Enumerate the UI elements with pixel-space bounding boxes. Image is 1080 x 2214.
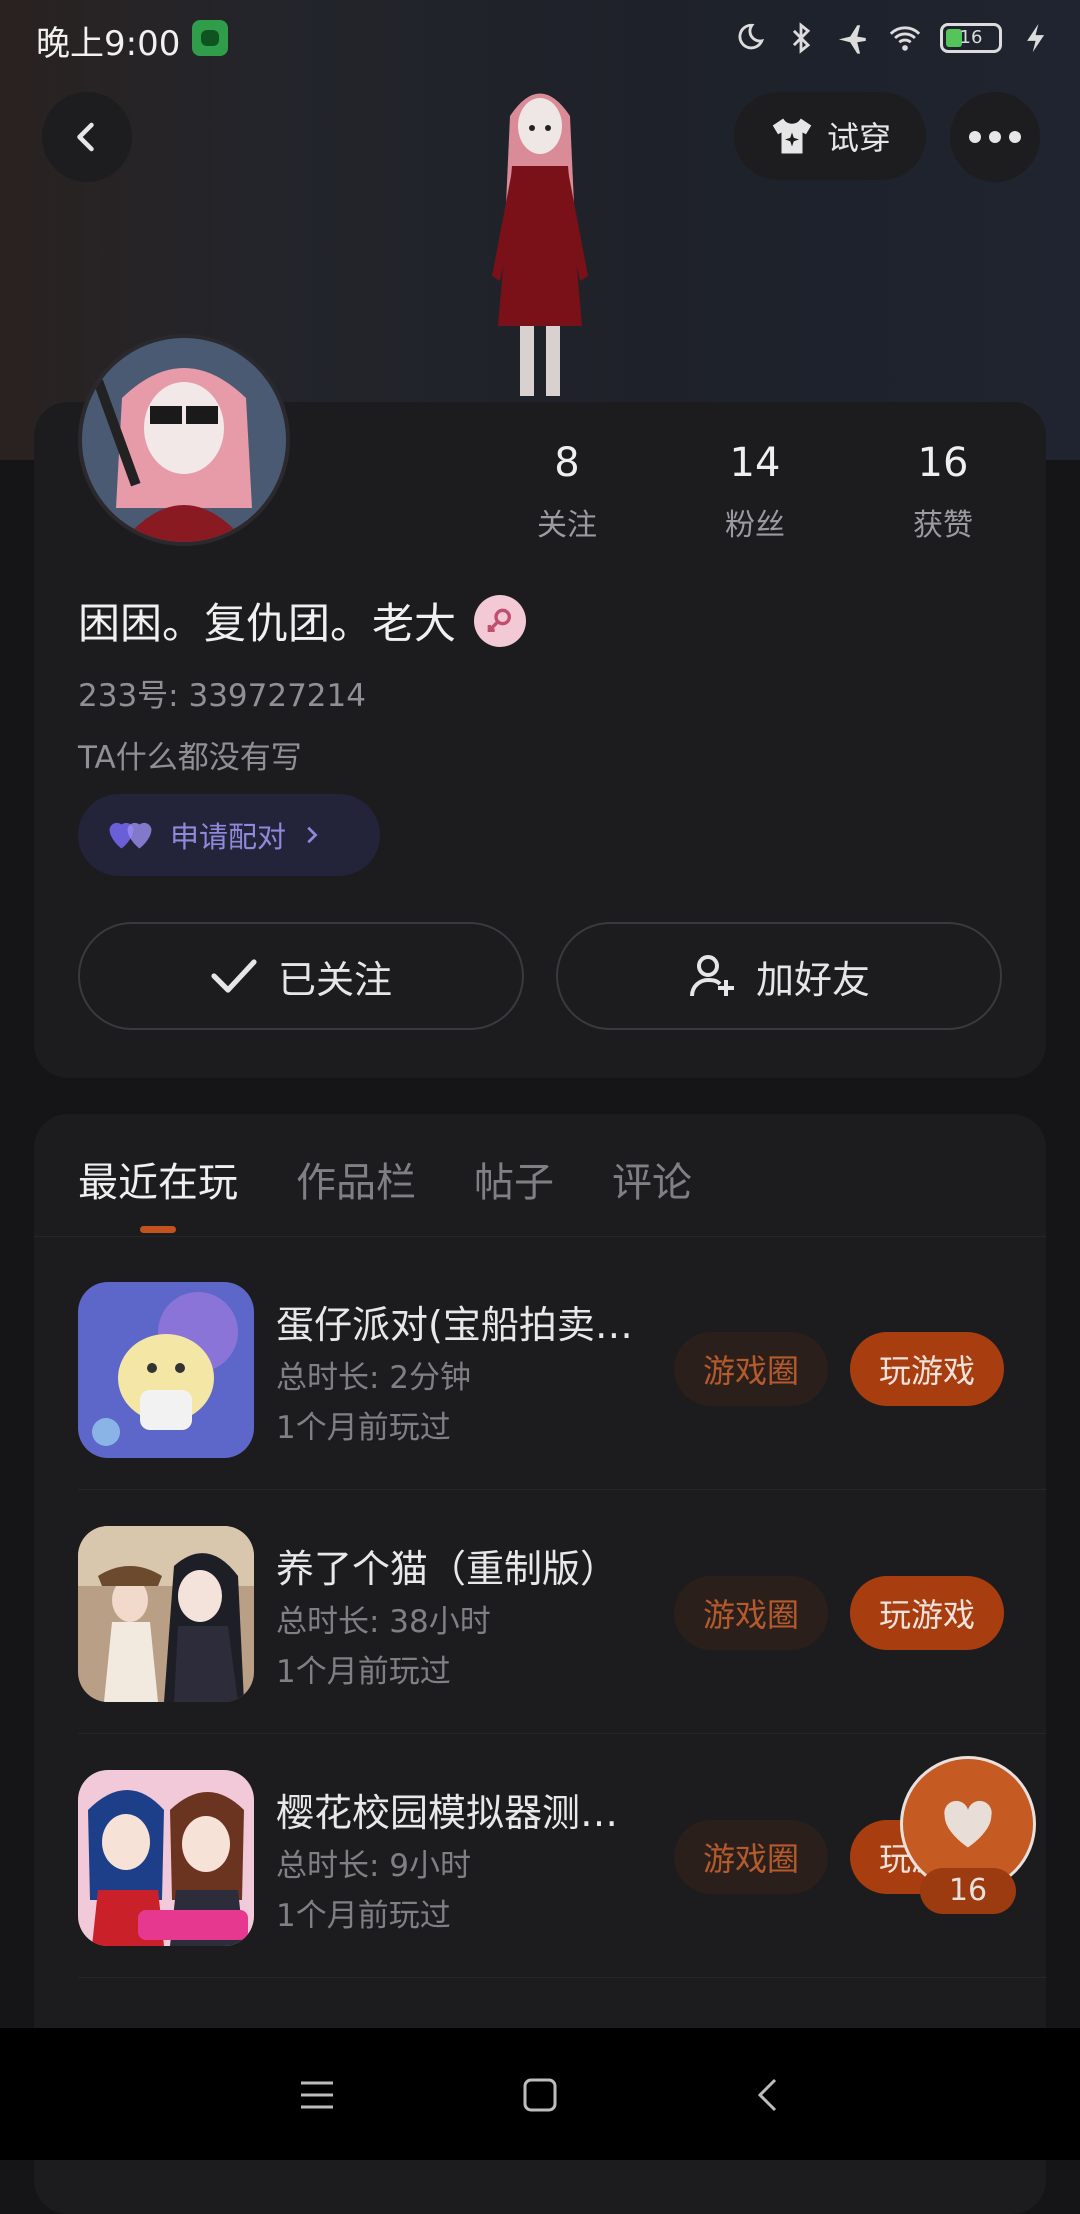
game-title: 樱花校园模拟器测… [276,1791,619,1835]
back-button[interactable] [42,92,132,182]
add-friend-icon [689,955,734,997]
charging-bolt-icon [1027,23,1045,53]
game-duration: 总时长: 2分钟 [276,1360,472,1396]
stat-fans[interactable]: 14 粉丝 [685,440,825,544]
nickname: 困困。复仇团。老大 [78,599,457,648]
request-pair-label: 申请配对 [170,820,287,854]
status-icons: 16 [732,18,1054,58]
following-label: 关注 [537,508,597,543]
fans-label: 粉丝 [725,508,785,543]
game-icon [78,1526,254,1702]
followed-label: 已关注 [277,957,392,1002]
status-bar: 晚上9:00 16 [0,0,1080,76]
request-pair-button[interactable]: 申请配对 [78,794,380,876]
game-last-played: 1个月前玩过 [276,1898,451,1934]
system-navigation-bar [0,2028,1080,2160]
list-item[interactable]: 养了个猫（重制版） 总时长: 38小时 1个月前玩过 游戏圈 玩游戏 [78,1490,1046,1734]
bio: TA什么都没有写 [78,740,302,776]
tab-works[interactable]: 作品栏 [296,1150,416,1208]
female-gender-icon [474,594,527,647]
app-notification-icon [192,20,228,56]
tab-recently-played[interactable]: 最近在玩 [78,1150,238,1208]
avatar-3d-figure [492,93,588,396]
stat-following[interactable]: 8 关注 [497,440,637,544]
checkmark-icon [211,959,257,993]
heart-icon [944,1800,992,1848]
avatar[interactable] [78,334,290,546]
divider [78,1977,1046,1978]
bluetooth-icon [792,22,811,54]
play-game-button[interactable]: 玩游戏 [850,1332,1004,1406]
menu-lines-icon [301,2081,333,2109]
stat-likes[interactable]: 16 获赞 [873,440,1013,544]
system-back-button[interactable] [740,2068,794,2122]
following-count: 8 [554,440,580,486]
active-tab-indicator [140,1226,176,1233]
chevron-right-icon [307,826,318,844]
double-heart-icon [109,822,152,849]
like-count-badge: 16 [920,1868,1016,1914]
followed-button[interactable]: 已关注 [78,922,524,1030]
nickname-row: 困困。复仇团。老大 [78,590,527,651]
divider [34,1236,1046,1237]
fans-count: 14 [729,440,781,486]
list-item[interactable]: 樱花校园模拟器测… 总时长: 9小时 1个月前玩过 游戏圈 玩游戏 [78,1734,1046,1978]
battery-level: 16 [959,27,983,48]
game-last-played: 1个月前玩过 [276,1410,451,1446]
avatar-image [82,338,286,542]
play-game-button[interactable]: 玩游戏 [850,1576,1004,1650]
wifi-icon [889,26,921,51]
tab-comments[interactable]: 评论 [612,1150,692,1208]
home-button[interactable] [513,2068,567,2122]
try-on-label: 试穿 [826,119,891,157]
more-options-button[interactable] [950,92,1040,182]
airplane-mode-icon [838,25,866,54]
tab-posts[interactable]: 帖子 [474,1150,554,1208]
add-friend-label: 加好友 [755,957,870,1002]
shirt-sparkle-icon [772,118,812,154]
add-friend-button[interactable]: 加好友 [556,922,1002,1030]
game-duration: 总时长: 38小时 [276,1604,491,1640]
status-time: 晚上9:00 [36,24,181,64]
game-title: 蛋仔派对(宝船拍卖… [276,1303,633,1347]
game-circle-button[interactable]: 游戏圈 [674,1332,828,1406]
game-circle-button[interactable]: 游戏圈 [674,1820,828,1894]
game-circle-button[interactable]: 游戏圈 [674,1576,828,1650]
user-id: 233号: 339727214 [78,678,366,714]
recent-apps-button[interactable] [290,2068,344,2122]
likes-received-label: 获赞 [913,508,973,543]
do-not-disturb-moon-icon [738,23,765,50]
game-last-played: 1个月前玩过 [276,1654,451,1690]
game-title: 养了个猫（重制版） [276,1547,619,1591]
back-chevron-icon [757,2078,777,2112]
profile-tabs: 最近在玩 作品栏 帖子 评论 [78,1150,692,1208]
game-duration: 总时长: 9小时 [276,1848,472,1884]
game-icon [78,1770,254,1946]
game-icon [78,1282,254,1458]
try-on-button[interactable]: 试穿 [734,92,926,180]
home-square-icon [523,2078,557,2112]
list-item[interactable]: 蛋仔派对(宝船拍卖… 总时长: 2分钟 1个月前玩过 游戏圈 玩游戏 [78,1246,1046,1490]
chevron-left-icon [77,122,94,152]
likes-received-count: 16 [917,440,969,486]
more-dots-icon [969,131,1021,143]
battery-icon: 16 [940,23,1002,53]
